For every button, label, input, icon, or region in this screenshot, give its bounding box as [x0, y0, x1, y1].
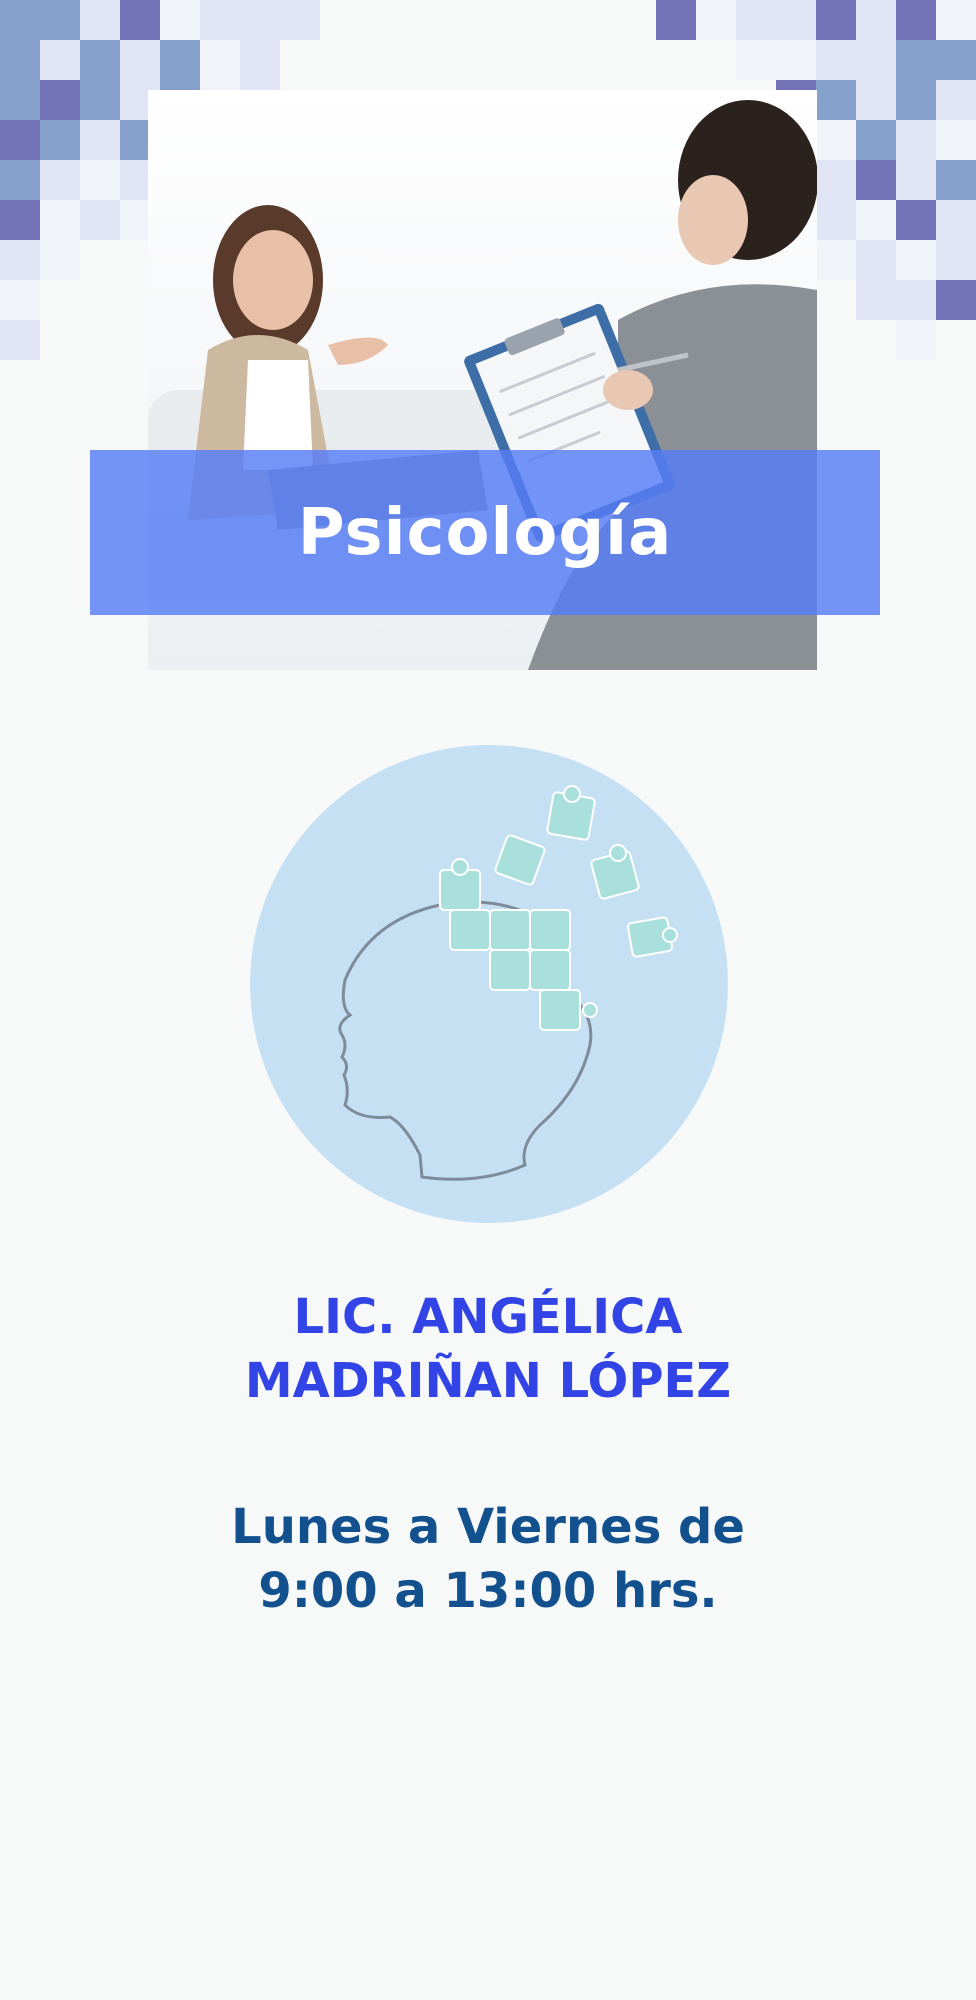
- schedule-line1: Lunes a Viernes de: [231, 1499, 745, 1555]
- schedule-line2: 9:00 a 13:00 hrs.: [258, 1563, 718, 1619]
- schedule-text: Lunes a Viernes de 9:00 a 13:00 hrs.: [0, 1495, 976, 1623]
- doctor-name-line2: MADRIÑAN LÓPEZ: [244, 1353, 732, 1409]
- head-puzzle-icon: [250, 745, 728, 1223]
- page-title: Psicología: [297, 495, 673, 570]
- doctor-name: LIC. ANGÉLICA MADRIÑAN LÓPEZ: [0, 1285, 976, 1413]
- title-banner: Psicología: [90, 450, 880, 615]
- doctor-name-line1: LIC. ANGÉLICA: [293, 1289, 683, 1345]
